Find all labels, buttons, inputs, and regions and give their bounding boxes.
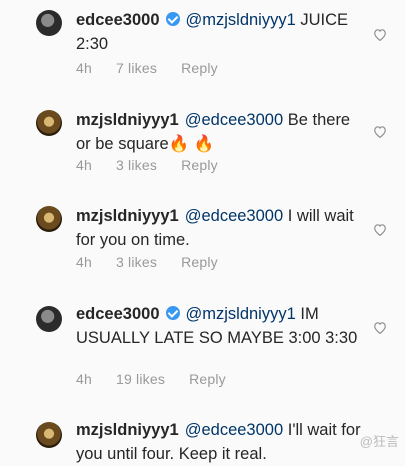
heart-outline-icon[interactable] [373,223,387,236]
username[interactable]: mzjsldniyyy1 [76,111,179,129]
avatar[interactable] [36,110,62,136]
likes-count[interactable]: 3 likes [116,157,157,173]
comment-body: mzjsldniyyy1 @edcee3000 I'll wait for you… [76,418,366,466]
mention-link[interactable]: @mzjsldniyyy1 [186,11,296,29]
username[interactable]: mzjsldniyyy1 [76,207,179,225]
watermark: @狂言 [359,434,399,449]
avatar[interactable] [36,10,62,36]
username[interactable]: edcee3000 [76,11,160,29]
avatar[interactable] [36,422,62,448]
heart-outline-icon[interactable] [373,28,387,41]
comment-meta: 4h 3 likes Reply [76,157,242,173]
verified-badge-icon [165,306,180,320]
avatar[interactable] [36,306,62,332]
comment-meta: 4h 7 likes Reply [76,60,242,76]
reply-button[interactable]: Reply [181,60,218,76]
comment-item: mzjsldniyyy1 @edcee3000 I will wait for y… [0,190,405,290]
username[interactable]: edcee3000 [76,305,160,323]
likes-count[interactable]: 19 likes [116,371,165,387]
comment-meta: 4h 3 likes Reply [76,254,242,270]
heart-outline-icon[interactable] [373,125,387,138]
reply-button[interactable]: Reply [189,371,226,387]
reply-button[interactable]: Reply [181,157,218,173]
comment-item: mzjsldniyyy1 @edcee3000 I'll wait for you… [0,402,405,463]
username[interactable]: mzjsldniyyy1 [76,421,179,439]
comment-item: edcee3000 @mzjsldniyyy1 IM USUALLY LATE S… [0,290,405,402]
comment-body: edcee3000 @mzjsldniyyy1 JUICE 2:30 [76,8,366,56]
mention-link[interactable]: @mzjsldniyyy1 [186,305,296,323]
mention-link[interactable]: @edcee3000 [185,207,283,225]
comment-time: 4h [76,371,92,387]
comment-item: edcee3000 @mzjsldniyyy1 JUICE 2:30 4h 7 li… [0,0,405,90]
reply-button[interactable]: Reply [181,254,218,270]
likes-count[interactable]: 3 likes [116,254,157,270]
likes-count[interactable]: 7 likes [116,60,157,76]
mention-link[interactable]: @edcee3000 [185,111,283,129]
comment-body: edcee3000 @mzjsldniyyy1 IM USUALLY LATE S… [76,302,366,350]
mention-link[interactable]: @edcee3000 [185,421,283,439]
comment-time: 4h [76,157,92,173]
comment-meta: 4h 19 likes Reply [76,371,250,387]
comment-body: mzjsldniyyy1 @edcee3000 I will wait for y… [76,204,366,252]
comment-body: mzjsldniyyy1 @edcee3000 Be there or be sq… [76,108,366,156]
heart-outline-icon[interactable] [373,321,387,334]
comment-time: 4h [76,60,92,76]
avatar[interactable] [36,206,62,232]
verified-badge-icon [165,12,180,26]
comment-item: mzjsldniyyy1 @edcee3000 Be there or be sq… [0,90,405,190]
comment-time: 4h [76,254,92,270]
